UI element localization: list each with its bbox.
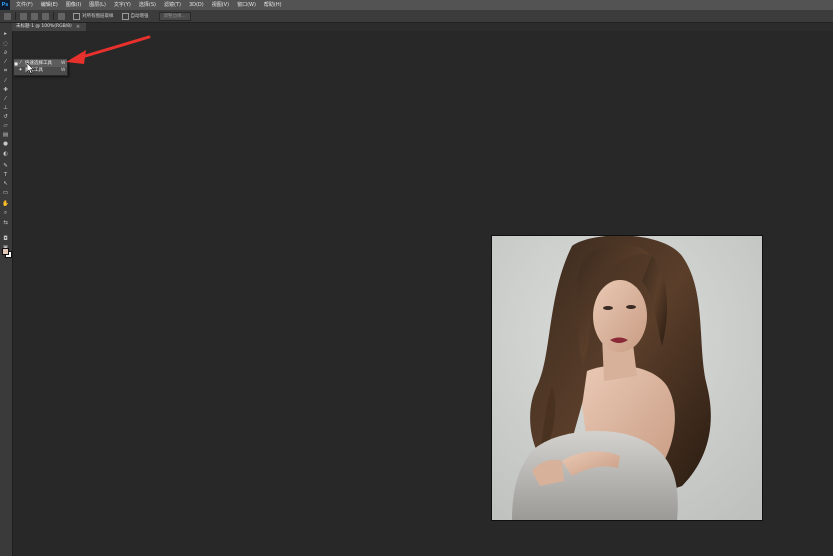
tools-panel: ▸ ◌ ∂ ⁄ ⌗ ⁄ ✚ ⁄ ⊥ ↺ ▱ ▤ ● ◐ ✎ T ↖ ▭ ✋ ⌕ … [0, 23, 13, 556]
blur-icon[interactable]: ● [2, 141, 9, 147]
dodge-icon[interactable]: ◐ [2, 151, 9, 157]
gradient-icon[interactable]: ▤ [2, 132, 9, 138]
rectangle-icon[interactable]: ▭ [2, 190, 9, 196]
refine-edge-button[interactable]: 调整边缘... [158, 11, 191, 21]
swap-colors-icon[interactable]: ⇆ [2, 220, 9, 226]
path-selection-icon[interactable]: ↖ [2, 181, 9, 187]
clone-stamp-icon[interactable]: ⊥ [2, 105, 9, 111]
canvas-image[interactable] [491, 235, 763, 521]
menu-filter[interactable]: 滤镜(T) [164, 0, 181, 10]
pen-icon[interactable]: ✎ [2, 163, 9, 169]
annotation-arrow-icon [66, 35, 151, 64]
menu-view[interactable]: 视图(V) [212, 0, 229, 10]
zoom-icon[interactable]: ⌕ [2, 210, 9, 216]
history-brush-icon[interactable]: ↺ [2, 114, 9, 120]
hand-icon[interactable]: ✋ [2, 201, 9, 207]
menu-window[interactable]: 窗口(W) [237, 0, 256, 10]
foreground-color-swatch[interactable] [2, 248, 9, 255]
menu-3d[interactable]: 3D(D) [189, 0, 204, 10]
type-icon[interactable]: T [2, 172, 9, 178]
menu-help[interactable]: 帮助(H) [264, 0, 282, 10]
brush-icon[interactable]: ⁄ [2, 96, 9, 102]
eraser-icon[interactable]: ▱ [2, 123, 9, 129]
quick-mask-icon[interactable]: ◘ [2, 236, 9, 242]
healing-brush-icon[interactable]: ✚ [2, 87, 9, 93]
portrait-photo [492, 236, 762, 520]
